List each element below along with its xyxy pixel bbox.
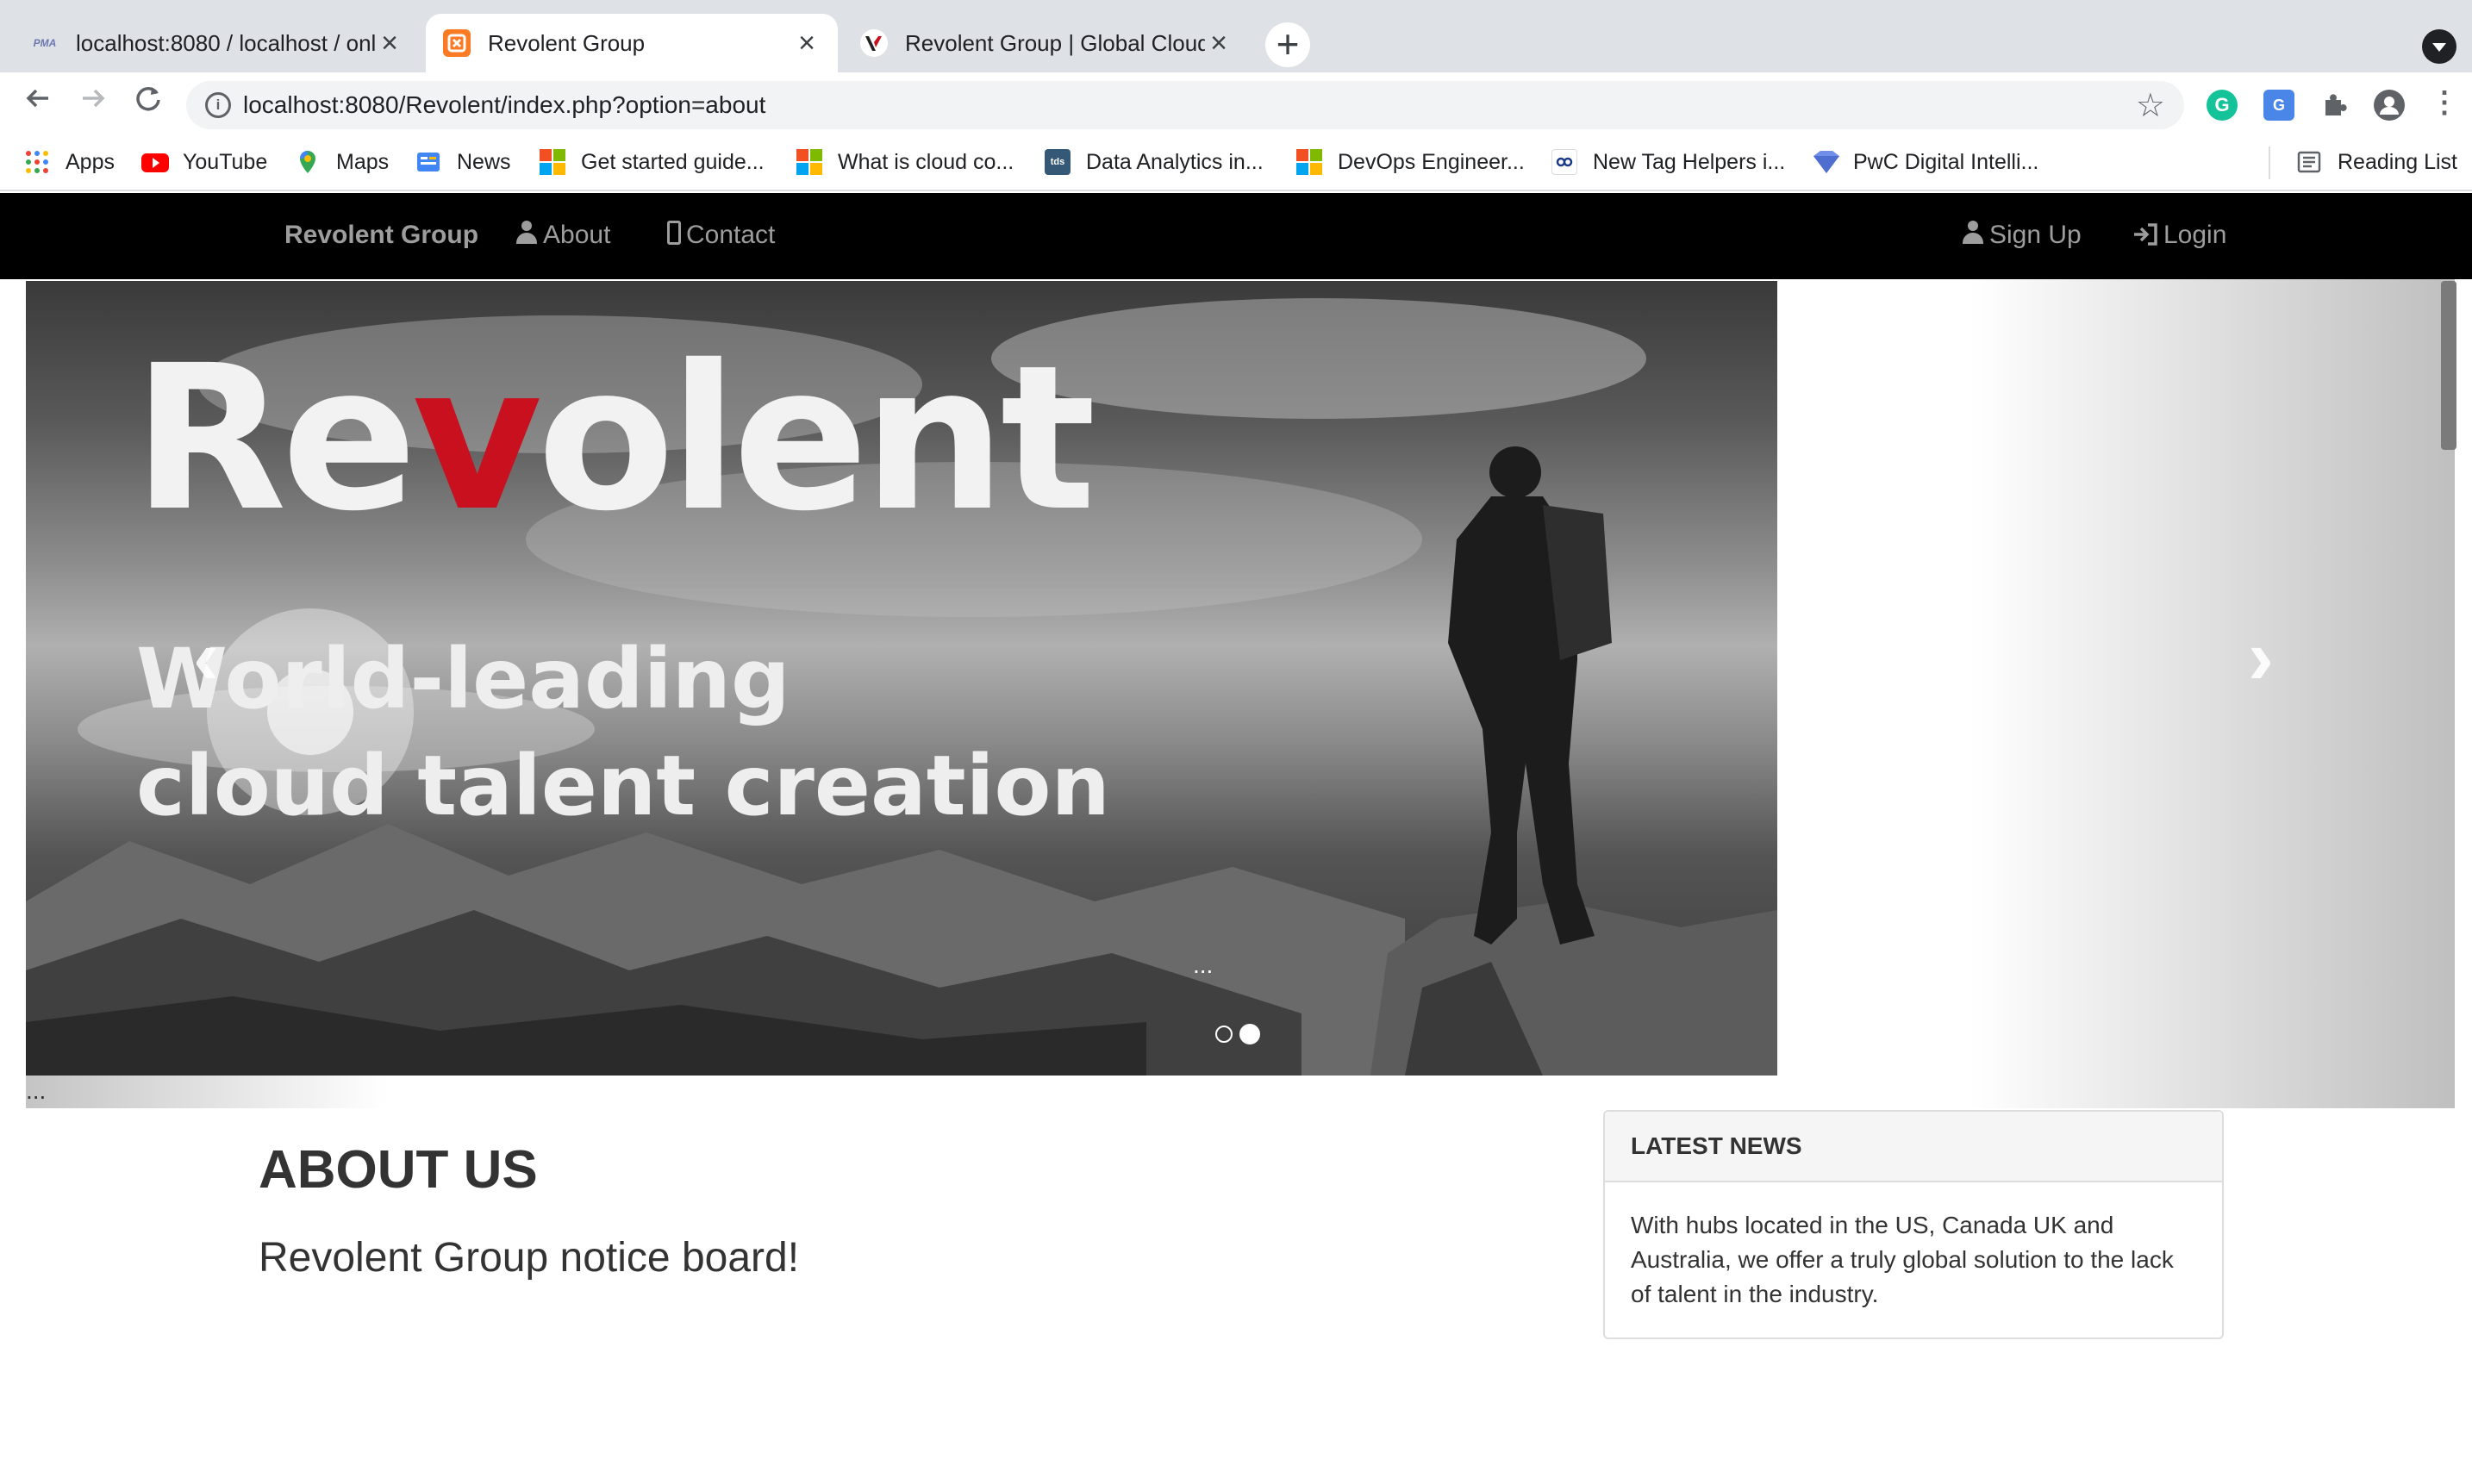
tds-icon: tds [1045, 149, 1071, 175]
bookmark-label: Data Analytics in... [1086, 149, 1264, 174]
phone-icon [667, 221, 681, 245]
address-bar[interactable]: i localhost:8080/Revolent/index.php?opti… [186, 81, 2184, 129]
login-icon [2132, 222, 2158, 246]
carousel-slide-image: Revolent World-leading cloud talent crea… [26, 281, 1777, 1076]
bookmark-label: PwC Digital Intelli... [1853, 149, 2039, 174]
latest-news-body: With hubs located in the US, Canada UK a… [1631, 1212, 2174, 1307]
nav-about-label: About [543, 221, 611, 249]
nav-login-label: Login [2163, 221, 2227, 249]
forward-icon[interactable] [72, 83, 114, 124]
user-icon [1962, 221, 1984, 245]
carousel-caption: ... [1193, 951, 1214, 978]
close-tab-icon[interactable]: × [376, 28, 403, 58]
bookmark-what-is-cloud[interactable]: What is cloud co... [796, 147, 1014, 178]
tab-title: Revolent Group [488, 29, 646, 56]
pwc-icon [1812, 149, 1839, 175]
bookmark-label: What is cloud co... [838, 149, 1014, 174]
carousel-footer-text: ... [26, 1077, 47, 1104]
browser-toolbar: i localhost:8080/Revolent/index.php?opti… [0, 72, 2472, 134]
carousel-indicators [1215, 1024, 1260, 1048]
maps-icon [295, 149, 321, 175]
tab-search-icon[interactable] [2422, 29, 2456, 64]
microsoft-icon [540, 149, 565, 175]
site-navbar: Revolent Group About Contact Sign Up Log… [0, 193, 2472, 279]
site-brand[interactable]: Revolent Group [284, 221, 478, 250]
reading-list-icon [2296, 149, 2322, 175]
url-text: localhost:8080/Revolent/index.php?option… [243, 91, 766, 118]
hero-tagline: World-leading cloud talent creation [136, 626, 1343, 839]
reading-list-button[interactable]: Reading List [2296, 147, 2457, 178]
bookmark-star-icon[interactable]: ☆ [2136, 86, 2165, 125]
latest-news-panel: LATEST NEWS With hubs located in the US,… [1603, 1110, 2224, 1339]
bookmark-new-tag-helpers[interactable]: New Tag Helpers i... [1551, 147, 1785, 178]
bookmark-pwc-digital[interactable]: PwC Digital Intelli... [1812, 147, 2038, 178]
nav-contact-label: Contact [686, 221, 776, 249]
bookmark-apps[interactable]: Apps [24, 147, 115, 178]
youtube-icon [141, 149, 169, 175]
hero-carousel: Revolent World-leading cloud talent crea… [26, 279, 2455, 1108]
carousel-prev-control[interactable]: ‹ [193, 614, 219, 702]
nav-signup-link[interactable]: Sign Up [1962, 221, 2082, 250]
back-icon[interactable] [17, 83, 59, 124]
bookmark-label: New Tag Helpers i... [1593, 149, 1786, 174]
browser-menu-icon[interactable]: ⋮ [2429, 88, 2460, 121]
bookmarks-bar: Apps YouTube Maps News Get started guide… [0, 134, 2472, 191]
bookmarks-divider [2269, 147, 2270, 179]
tab-title: Revolent Group | Global Cloud [905, 29, 1205, 56]
browser-tab-phpmyadmin[interactable]: PMA localhost:8080 / localhost / onl × [14, 14, 421, 72]
nav-contact-link[interactable]: Contact [667, 221, 775, 250]
reading-list-label: Reading List [2338, 149, 2457, 174]
bookmark-get-started-guide[interactable]: Get started guide... [540, 147, 765, 178]
browser-tab-revolent-group[interactable]: Revolent Group × [426, 14, 838, 72]
nav-login-link[interactable]: Login [2132, 221, 2226, 250]
hero-tagline-line-1: World-leading [136, 631, 790, 727]
bookmark-label: DevOps Engineer... [1338, 149, 1525, 174]
browser-tab-strip: PMA localhost:8080 / localhost / onl × R… [0, 0, 2472, 72]
new-tab-button[interactable]: + [1265, 22, 1310, 67]
hero-tagline-line-2: cloud talent creation [136, 738, 1110, 834]
page-scrollbar-thumb[interactable] [2441, 281, 2456, 450]
news-icon [415, 149, 441, 175]
extensions-icon[interactable] [2319, 90, 2350, 121]
nav-signup-label: Sign Up [1989, 221, 2082, 249]
bookmark-label: YouTube [183, 149, 268, 174]
carousel-fade [26, 1076, 388, 1108]
carousel-indicator-1[interactable] [1215, 1026, 1233, 1043]
revolent-icon [860, 29, 888, 57]
xampp-icon [443, 29, 471, 57]
bookmark-data-analytics[interactable]: tds Data Analytics in... [1045, 147, 1264, 178]
close-tab-icon[interactable]: × [793, 28, 821, 58]
bookmark-news[interactable]: News [415, 147, 511, 178]
nav-about-link[interactable]: About [515, 221, 610, 250]
apps-grid-icon [24, 149, 50, 175]
bookmark-label: News [457, 149, 511, 174]
link-icon [1551, 149, 1577, 175]
translate-icon[interactable]: G [2263, 90, 2294, 121]
about-subheading: Revolent Group notice board! [259, 1235, 800, 1281]
carousel-next-control[interactable]: › [2248, 614, 2274, 702]
user-icon [515, 221, 538, 245]
bookmark-label: Get started guide... [581, 149, 765, 174]
carousel-indicator-2[interactable] [1239, 1024, 1260, 1044]
bookmark-youtube[interactable]: YouTube [141, 147, 267, 178]
hero-revolent-logo: Revolent [133, 322, 1096, 555]
grammarly-icon[interactable]: G [2207, 90, 2238, 121]
profile-icon[interactable] [2374, 90, 2405, 121]
bookmark-label: Maps [336, 149, 390, 174]
tab-title: localhost:8080 / localhost / onl [76, 29, 376, 56]
about-heading: ABOUT US [259, 1140, 538, 1200]
latest-news-heading: LATEST NEWS [1605, 1112, 2222, 1182]
bookmark-maps[interactable]: Maps [295, 147, 389, 178]
phpmyadmin-icon: PMA [33, 37, 57, 49]
bookmark-devops-engineer[interactable]: DevOps Engineer... [1296, 147, 1525, 178]
close-tab-icon[interactable]: × [1205, 28, 1233, 58]
bookmark-label: Apps [66, 149, 115, 174]
microsoft-icon [1296, 149, 1322, 175]
site-info-icon[interactable]: i [205, 92, 231, 118]
microsoft-icon [796, 149, 822, 175]
browser-tab-revolent-global[interactable]: Revolent Group | Global Cloud × [843, 14, 1250, 72]
reload-icon[interactable] [128, 83, 169, 124]
